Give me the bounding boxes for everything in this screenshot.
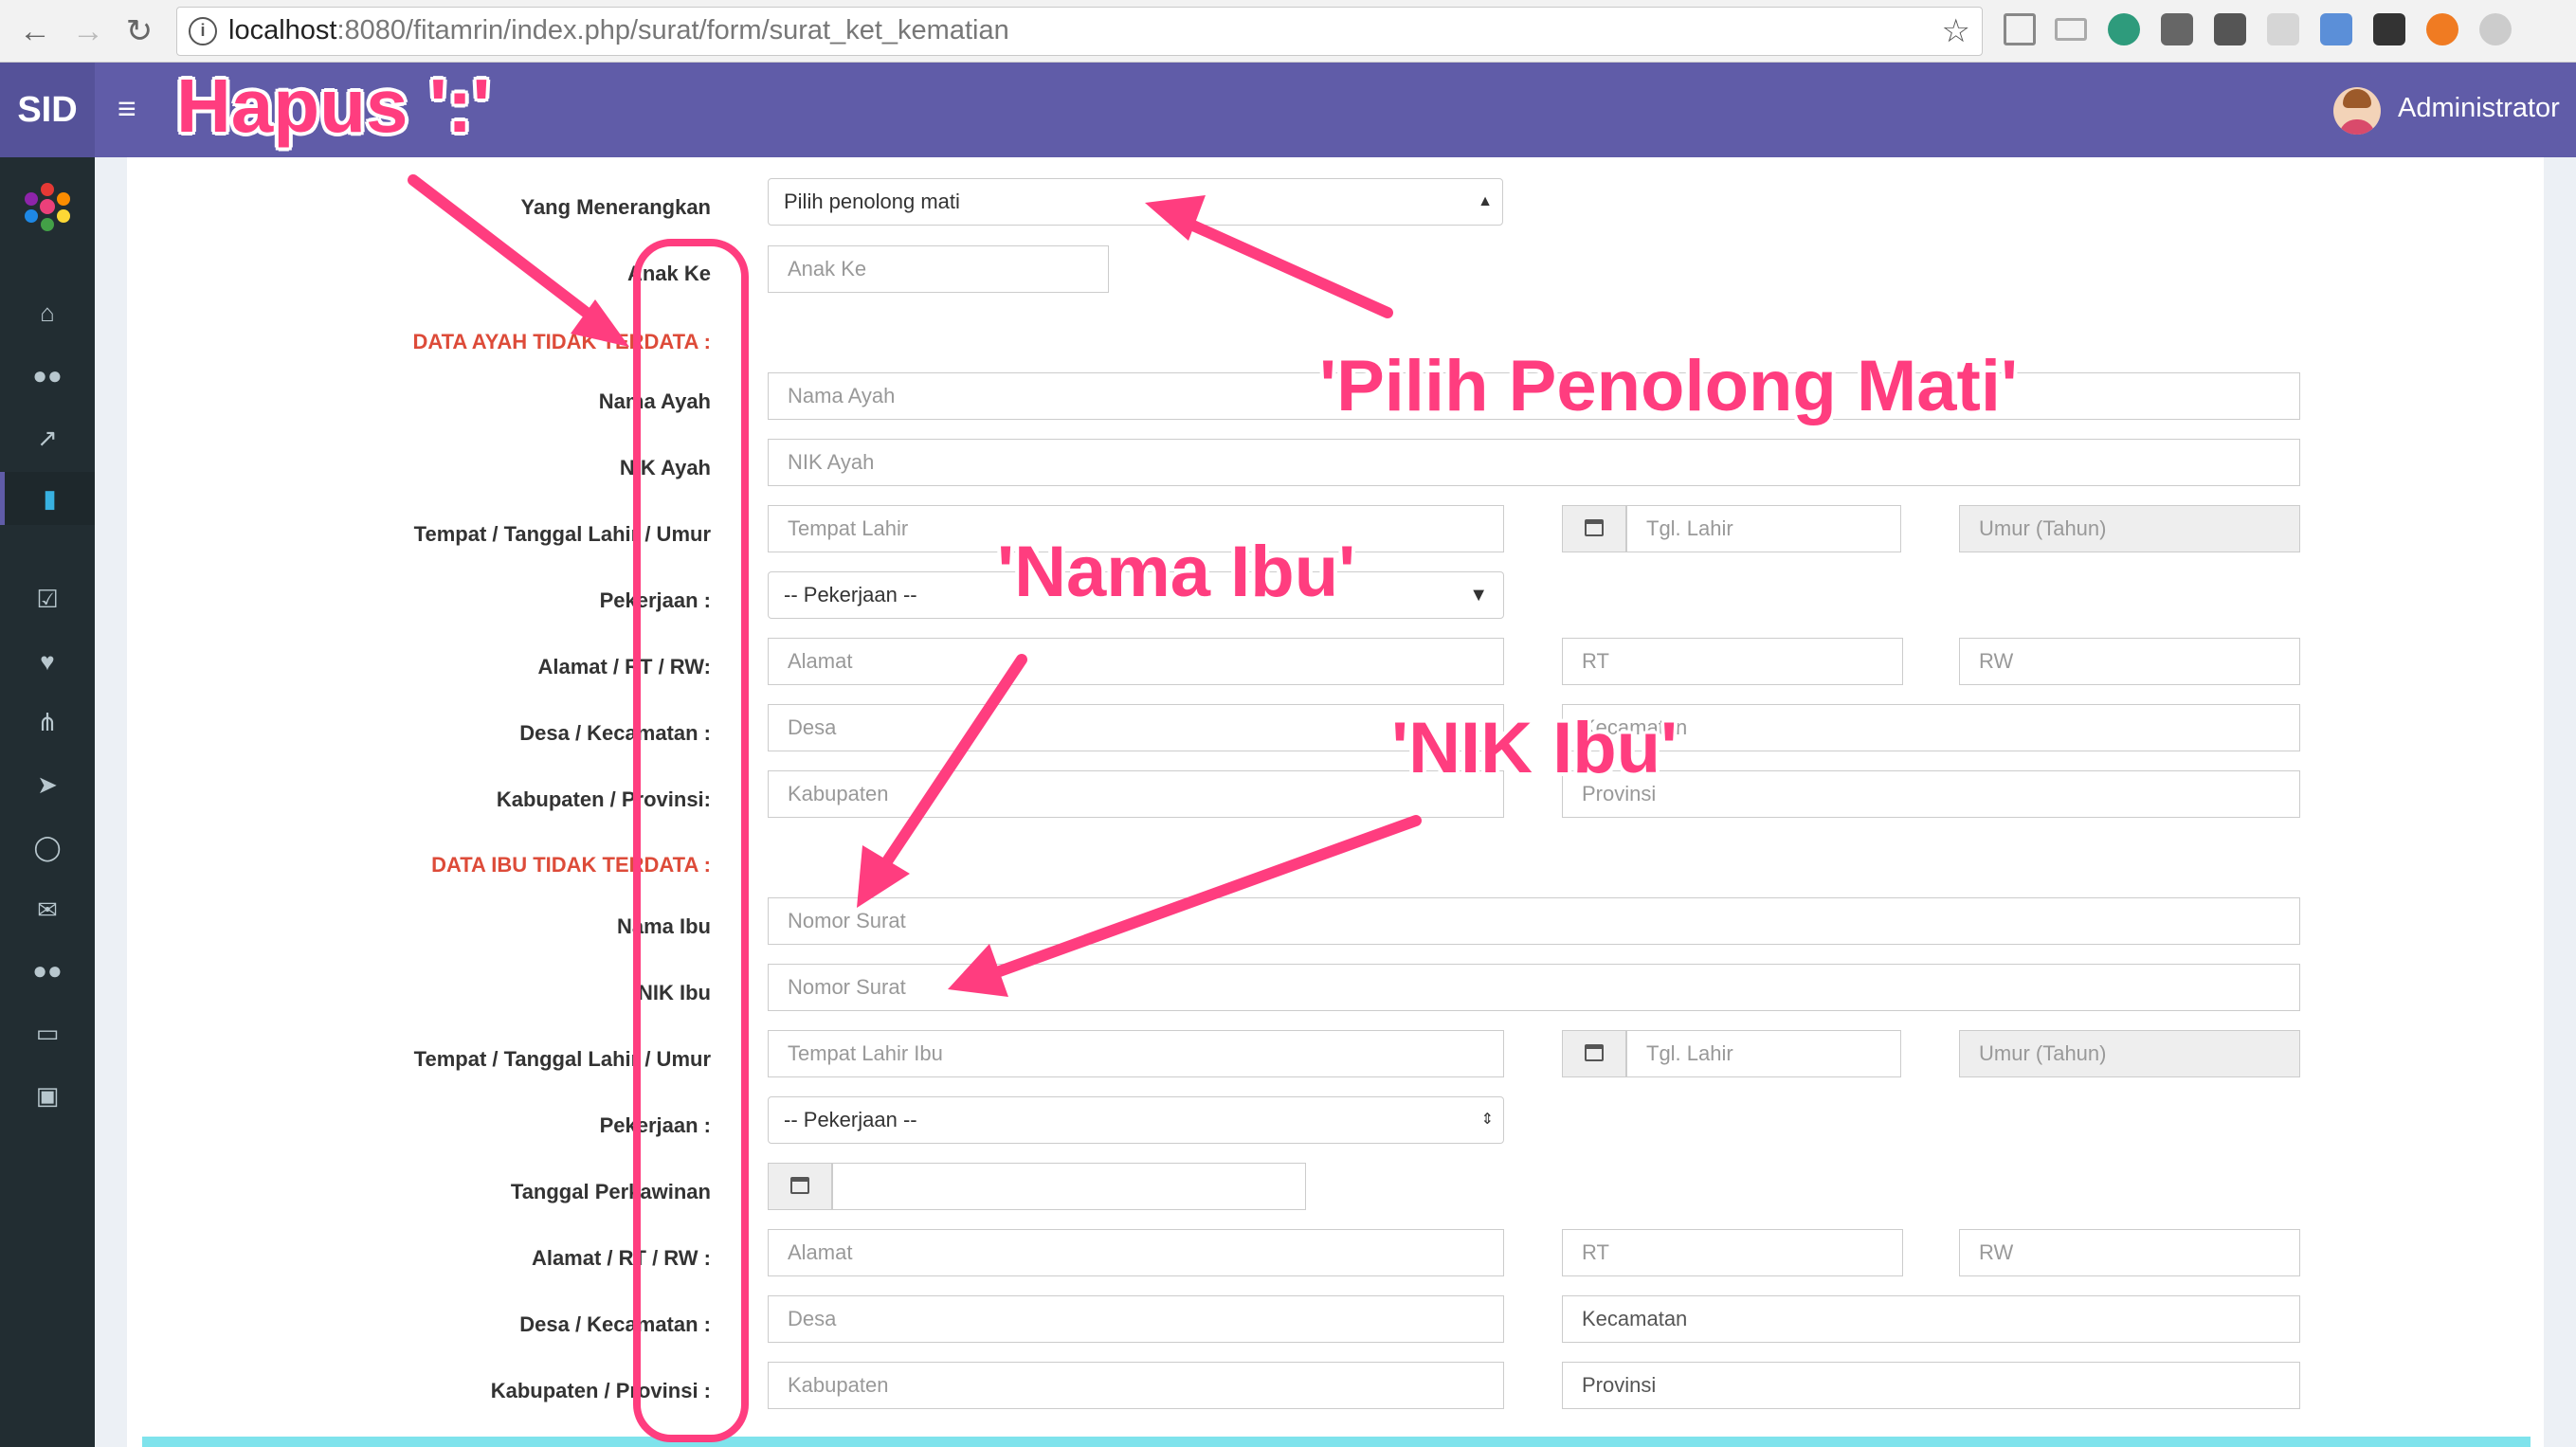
input-provinsi-ibu[interactable]: Provinsi — [1562, 1362, 2300, 1409]
sidebar-toggle-icon[interactable]: ≡ — [118, 85, 136, 133]
input-umur-ibu: Umur (Tahun) — [1959, 1030, 2300, 1077]
back-icon[interactable]: ← — [13, 9, 57, 53]
input-kecamatan-ibu[interactable]: Kecamatan — [1562, 1295, 2300, 1343]
extension-cup-icon[interactable] — [2479, 13, 2512, 45]
url-text[interactable]: localhost:8080/fitamrin/index.php/surat/… — [228, 15, 1009, 46]
select-yang-menerangkan[interactable]: Pilih penolong mati ▲ — [768, 178, 1503, 226]
label-yang-menerangkan: Yang Menerangkan — [520, 195, 711, 219]
address-bar[interactable]: i localhost:8080/fitamrin/index.php/sura… — [176, 7, 1983, 56]
forward-icon[interactable]: → — [66, 9, 110, 53]
signs-icon[interactable]: ⋔ — [0, 696, 95, 749]
extension-panel-icon[interactable] — [2004, 13, 2036, 45]
check-square-icon[interactable]: ☑ — [0, 572, 95, 625]
input-alamat-ayah[interactable]: Alamat — [768, 638, 1504, 685]
extension-clock-icon[interactable] — [2108, 13, 2140, 45]
info-icon[interactable]: i — [189, 17, 217, 45]
label-alamat-ayah: Alamat / RT / RW: — [537, 655, 711, 678]
calendar-icon[interactable] — [1562, 505, 1626, 552]
input-umur-ayah: Umur (Tahun) — [1959, 505, 2300, 552]
select-pekerjaan-ibu-value: -- Pekerjaan -- — [784, 1108, 917, 1131]
globe-icon[interactable]: ◯ — [0, 821, 95, 874]
desktop-icon[interactable]: ▭ — [0, 1006, 95, 1059]
app-colorful-logo — [25, 183, 70, 231]
users-icon[interactable]: ●● — [0, 349, 95, 402]
input-rt-ayah[interactable]: RT — [1562, 638, 1903, 685]
input-nik-ibu[interactable]: Nomor Surat — [768, 964, 2300, 1011]
user-name[interactable]: Administrator — [2398, 93, 2560, 124]
location-arrow-icon[interactable]: ➤ — [0, 758, 95, 811]
calendar-icon[interactable] — [1562, 1030, 1626, 1077]
input-rw-ayah[interactable]: RW — [1959, 638, 2300, 685]
inbox-icon[interactable]: ▣ — [0, 1069, 95, 1122]
app-logo[interactable]: SID — [0, 63, 95, 157]
select-yang-menerangkan-value: Pilih penolong mati — [784, 190, 960, 213]
heart-icon[interactable]: ♥ — [0, 635, 95, 688]
reload-icon[interactable]: ↻ — [118, 9, 161, 53]
select-arrows-icon: ⇕ — [1480, 1112, 1494, 1128]
annotation-pilih-penolong: 'Pilih Penolong Mati' — [1319, 346, 2019, 426]
annotation-nik-ibu: 'NIK Ibu' — [1391, 708, 1678, 788]
home-icon[interactable]: ⌂ — [0, 286, 95, 339]
select-arrows-icon: ▲ — [1478, 193, 1493, 209]
extension-s-icon[interactable] — [2373, 13, 2405, 45]
extension-photo-icon[interactable] — [2320, 13, 2352, 45]
label-desa-ibu: Desa / Kecamatan : — [519, 1312, 711, 1336]
envelope-icon[interactable]: ✉ — [0, 883, 95, 936]
label-anak-ke: Anak Ke — [626, 262, 711, 285]
extension-key-icon[interactable] — [2214, 13, 2246, 45]
extension-shield-icon[interactable] — [2161, 13, 2193, 45]
input-desa-ibu[interactable]: Desa — [768, 1295, 1504, 1343]
url-host: localhost — [228, 15, 337, 45]
input-tgl-lahir-ayah[interactable]: Tgl. Lahir — [1626, 505, 1901, 552]
input-tempat-lahir-ibu[interactable]: Tempat Lahir Ibu — [768, 1030, 1504, 1077]
label-pekerjaan-ibu: Pekerjaan : — [599, 1113, 711, 1137]
select-pekerjaan-ibu[interactable]: -- Pekerjaan -- ⇕ — [768, 1096, 1504, 1144]
label-nik-ayah: NIK Ayah — [619, 456, 711, 479]
select-pekerjaan-ayah-value: -- Pekerjaan -- — [784, 583, 917, 606]
label-kabupaten-ibu: Kabupaten / Provinsi : — [490, 1379, 711, 1402]
label-ttl-ayah: Tempat / Tanggal Lahir / Umur — [413, 522, 711, 546]
label-nama-ibu: Nama Ibu — [616, 914, 711, 938]
url-path: :8080/fitamrin/index.php/surat/form/sura… — [336, 15, 1009, 45]
box-footer-border — [142, 1437, 2531, 1447]
input-rt-ibu[interactable]: RT — [1562, 1229, 1903, 1276]
bookmark-star-icon[interactable]: ☆ — [1942, 12, 1970, 50]
extension-bird-icon[interactable] — [2267, 13, 2299, 45]
sidebar: ⌂ ●● ↗ ▮ ☑ ♥ ⋔ ➤ ◯ ✉ ●● ▭ ▣ — [0, 157, 95, 1447]
label-tanggal-perkawinan: Tanggal Perkawinan — [510, 1180, 711, 1203]
book-icon[interactable]: ▮ — [0, 472, 95, 525]
extension-b-icon[interactable] — [2426, 13, 2458, 45]
input-nama-ibu[interactable]: Nomor Surat — [768, 897, 2300, 945]
section-ayah: DATA AYAH TIDAK TERDATA : — [412, 330, 711, 353]
browser-toolbar: ← → ↻ i localhost:8080/fitamrin/index.ph… — [0, 0, 2576, 63]
input-nik-ayah[interactable]: NIK Ayah — [768, 439, 2300, 486]
input-alamat-ibu[interactable]: Alamat — [768, 1229, 1504, 1276]
chart-icon[interactable]: ↗ — [0, 411, 95, 464]
label-alamat-ibu: Alamat / RT / RW : — [531, 1246, 711, 1270]
input-kabupaten-ibu[interactable]: Kabupaten — [768, 1362, 1504, 1409]
label-ttl-ibu: Tempat / Tanggal Lahir / Umur — [413, 1047, 711, 1071]
input-tanggal-perkawinan[interactable] — [832, 1163, 1306, 1210]
chevron-down-icon: ▼ — [1469, 585, 1488, 606]
label-nik-ibu: NIK Ibu — [638, 981, 711, 1004]
label-kabupaten-ayah: Kabupaten / Provinsi: — [496, 787, 711, 811]
annotation-nama-ibu: 'Nama Ibu' — [997, 532, 1356, 612]
section-ibu: DATA IBU TIDAK TERDATA : — [431, 853, 711, 877]
label-desa-ayah: Desa / Kecamatan : — [519, 721, 711, 745]
label-nama-ayah: Nama Ayah — [598, 389, 711, 413]
group-icon[interactable]: ●● — [0, 944, 95, 997]
user-avatar[interactable] — [2333, 87, 2381, 135]
extension-card-icon[interactable] — [2055, 18, 2087, 41]
label-pekerjaan-ayah: Pekerjaan : — [599, 588, 711, 612]
input-rw-ibu[interactable]: RW — [1959, 1229, 2300, 1276]
input-tgl-lahir-ibu[interactable]: Tgl. Lahir — [1626, 1030, 1901, 1077]
input-anak-ke[interactable]: Anak Ke — [768, 245, 1109, 293]
calendar-icon[interactable] — [768, 1163, 832, 1210]
annotation-hapus: Hapus ':' — [176, 63, 491, 148]
